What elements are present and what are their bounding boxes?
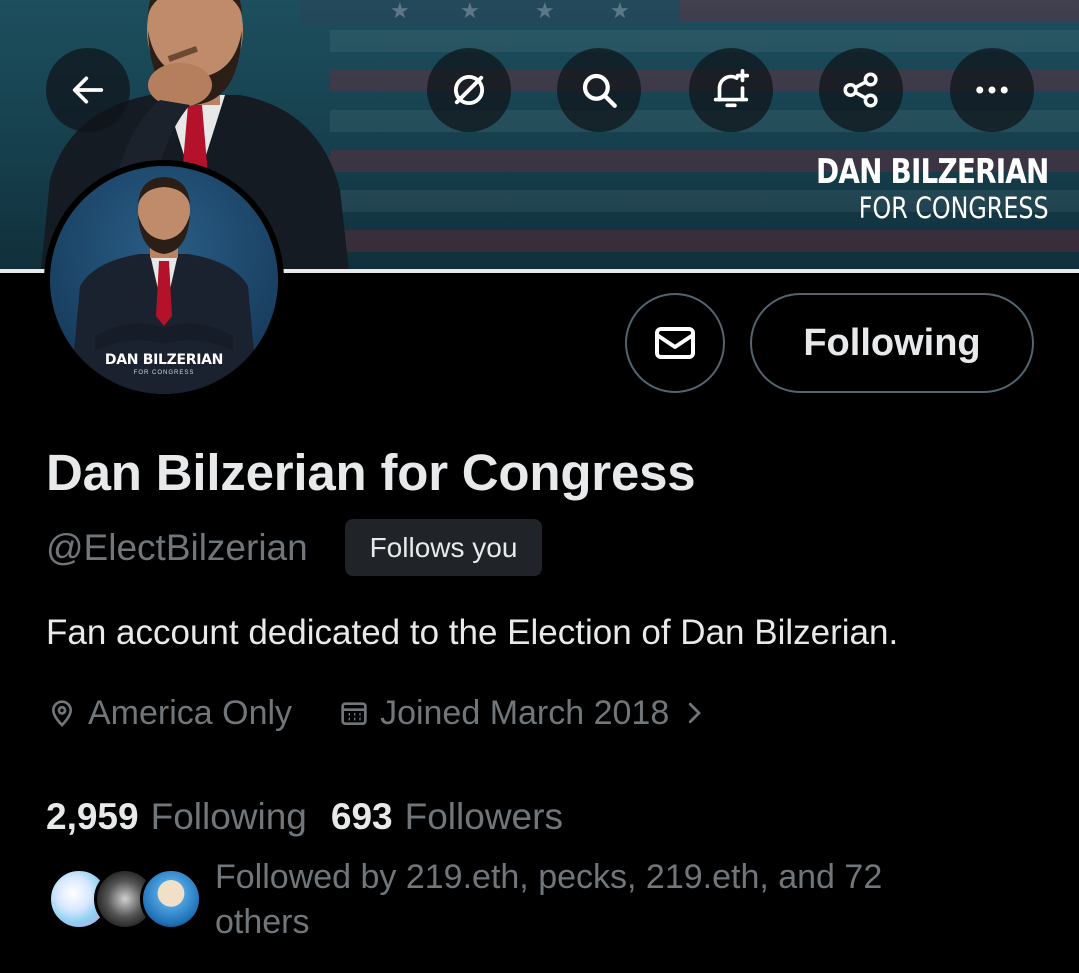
joined-text: Joined March 2018 [380, 693, 670, 732]
display-name: Dan Bilzerian for Congress [46, 444, 696, 501]
calendar-icon [341, 702, 367, 725]
location-pin-icon [51, 700, 73, 727]
more-button[interactable] [950, 48, 1034, 132]
banner-text: DAN BILZERIAN FOR CONGRESS [765, 152, 1049, 224]
banner-title: DAN BILZERIAN [816, 152, 1049, 192]
grok-icon [453, 74, 485, 106]
followed-by-avatars[interactable] [48, 868, 204, 930]
grok-button[interactable] [427, 48, 511, 132]
avatar-label: DAN BILZERIAN [104, 352, 224, 368]
following-button[interactable]: Following [750, 293, 1034, 393]
avatar-image: DAN BILZERIAN FOR CONGRESS [50, 166, 278, 394]
follow-counts: 2,959 Following 693 Followers [46, 796, 587, 838]
banner-subtitle: FOR CONGRESS [859, 191, 1049, 225]
share-icon [843, 72, 878, 108]
envelope-icon [655, 327, 695, 359]
following-label[interactable]: Following [151, 796, 307, 838]
follows-you-badge: Follows you [345, 519, 542, 576]
profile-meta: America Only Joined March 2018 [46, 692, 719, 734]
avatar[interactable]: DAN BILZERIAN FOR CONGRESS [44, 160, 284, 400]
more-icon [976, 86, 1008, 94]
arrow-left-icon [72, 76, 104, 104]
location-text: America Only [88, 693, 293, 732]
notification-add-icon [713, 69, 750, 108]
bio: Fan account dedicated to the Election of… [46, 613, 899, 652]
followers-label[interactable]: Followers [405, 796, 563, 838]
chevron-right-icon [689, 702, 702, 724]
flag-canton: ★ ★ ★ ★ [300, 0, 680, 26]
notify-button[interactable] [689, 48, 773, 132]
follower-avatar [140, 868, 202, 930]
back-button[interactable] [46, 48, 130, 132]
message-button[interactable] [625, 293, 725, 393]
location: America Only [46, 694, 292, 733]
joined-date[interactable]: Joined March 2018 [338, 694, 719, 733]
following-count[interactable]: 2,959 [46, 796, 139, 838]
avatar-sublabel: FOR CONGRESS [133, 370, 195, 376]
followed-by-text[interactable]: Followed by 219.eth, pecks, 219.eth, and… [215, 855, 975, 945]
share-button[interactable] [819, 48, 903, 132]
handle: @ElectBilzerian [46, 527, 308, 568]
search-icon [582, 73, 617, 108]
followers-count[interactable]: 693 [331, 796, 393, 838]
search-button[interactable] [557, 48, 641, 132]
